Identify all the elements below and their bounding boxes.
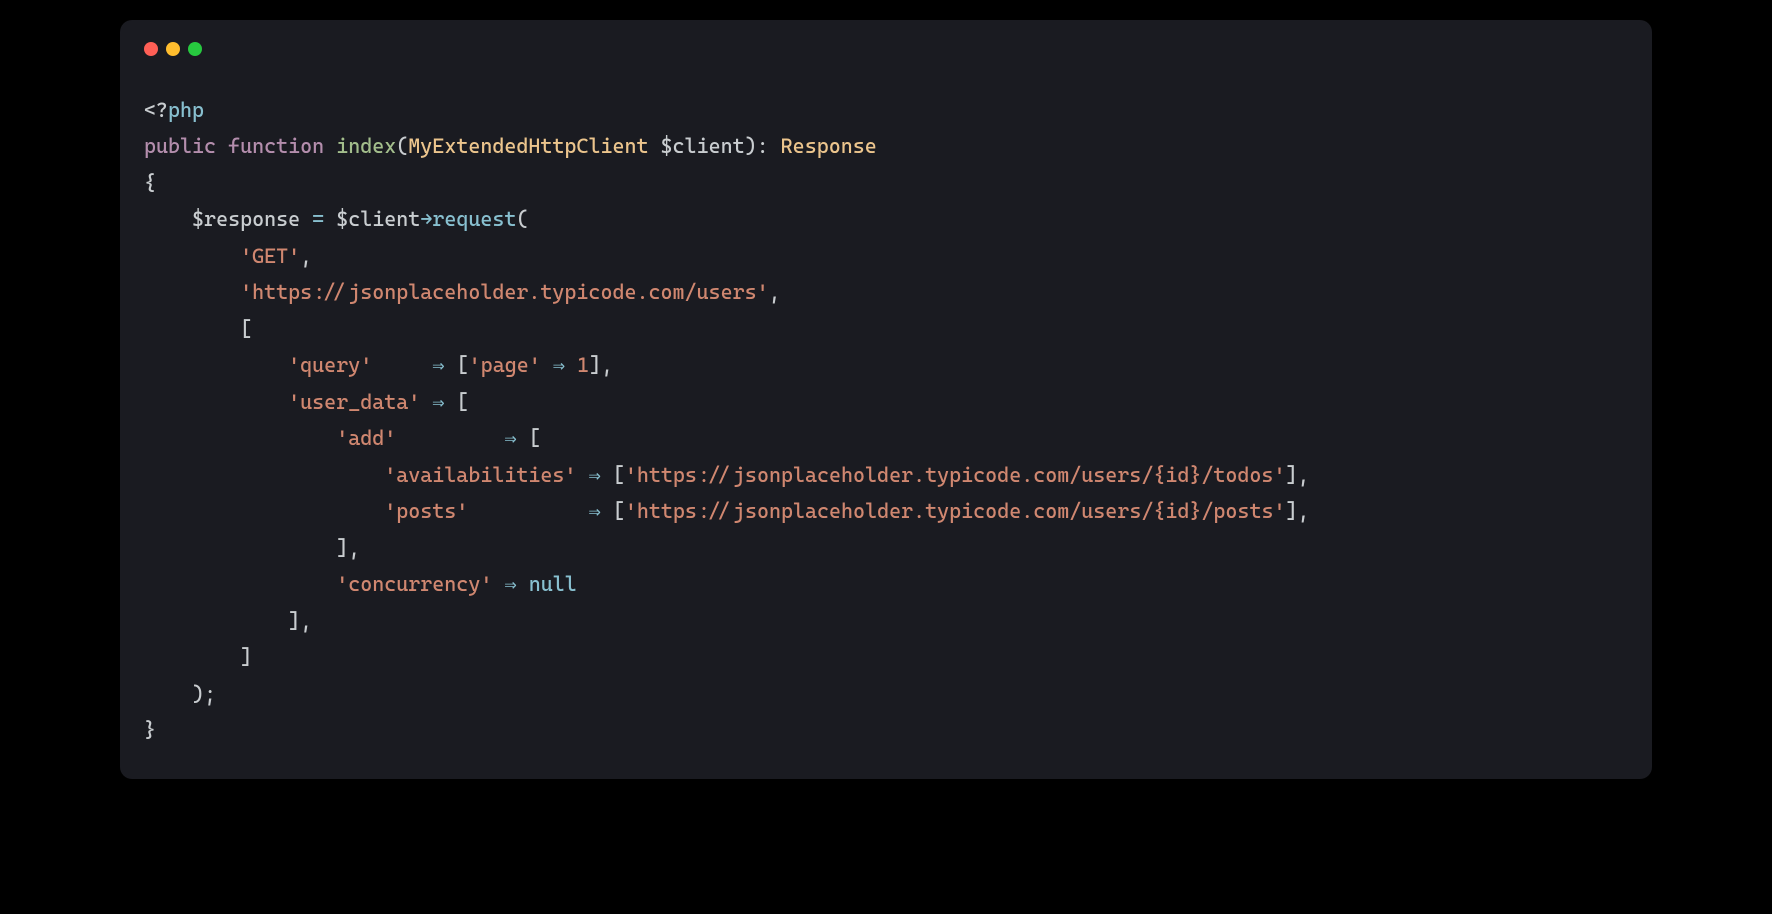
code-token: 'https://jsonplaceholder.typicode.com/us… [625, 499, 1286, 523]
code-token: [ [457, 390, 469, 414]
code-token: 1 [577, 353, 589, 377]
code-token: 'https://jsonplaceholder.typicode.com/us… [625, 463, 1286, 487]
code-token: MyExtendedHttpClient [408, 134, 648, 158]
code-token: , [601, 353, 613, 377]
code-token: ) [192, 682, 204, 706]
code-token: Response [781, 134, 877, 158]
code-token: < [144, 98, 156, 122]
code-token: ( [516, 207, 528, 231]
code-window: <?php public function index(MyExtendedHt… [120, 20, 1652, 779]
code-token: 'query' [288, 353, 372, 377]
code-token: , [1298, 499, 1310, 523]
code-token: ⇒ [432, 390, 444, 414]
code-token: = [312, 207, 324, 231]
code-token: [ [613, 463, 625, 487]
window-titlebar [144, 42, 1628, 56]
code-token: → [420, 207, 432, 231]
code-token: ) [745, 134, 757, 158]
code-token: [ [457, 353, 469, 377]
code-token: $client [661, 134, 745, 158]
code-token: ] [336, 536, 348, 560]
code-token: , [1297, 463, 1309, 487]
code-token: 'availabilities' [384, 463, 576, 487]
minimize-icon[interactable] [166, 42, 180, 56]
code-token: ( [396, 134, 408, 158]
code-token: 'https://jsonplaceholder.typicode.com/us… [240, 280, 769, 304]
code-token: , [348, 536, 360, 560]
code-token: ] [1285, 463, 1297, 487]
code-token: ] [1285, 499, 1297, 523]
code-token: , [769, 280, 781, 304]
code-token: request [432, 207, 516, 231]
code-token: 'page' [469, 353, 541, 377]
code-token: function [228, 134, 324, 158]
code-token: php [168, 98, 204, 122]
code-token: ⇒ [504, 572, 516, 596]
code-token: } [144, 718, 156, 742]
code-token: 'user_data' [288, 390, 420, 414]
maximize-icon[interactable] [188, 42, 202, 56]
code-token: [ [613, 499, 625, 523]
code-token: 'GET' [240, 244, 300, 268]
close-icon[interactable] [144, 42, 158, 56]
code-token: ] [288, 609, 300, 633]
code-token: , [300, 609, 312, 633]
code-token: ; [204, 682, 216, 706]
code-token: ] [589, 353, 601, 377]
code-token: 'add' [336, 426, 396, 450]
code-token: : [757, 134, 769, 158]
code-token: , [300, 244, 312, 268]
code-block: <?php public function index(MyExtendedHt… [144, 92, 1628, 749]
code-token: 'posts' [384, 499, 468, 523]
code-token: 'concurrency' [336, 572, 492, 596]
code-token: ? [156, 98, 168, 122]
code-token: null [529, 572, 577, 596]
code-token: ⇒ [504, 426, 516, 450]
code-token: $response [192, 207, 300, 231]
code-token: public [144, 134, 216, 158]
code-token: index [336, 134, 396, 158]
code-token: ⇒ [588, 499, 600, 523]
code-token: ⇒ [588, 463, 600, 487]
code-token: [ [240, 317, 252, 341]
code-token: ] [240, 645, 252, 669]
code-token: [ [529, 426, 541, 450]
code-token: { [144, 171, 156, 195]
code-token: $client [336, 207, 420, 231]
code-token: ⇒ [553, 353, 565, 377]
code-token: ⇒ [432, 353, 444, 377]
